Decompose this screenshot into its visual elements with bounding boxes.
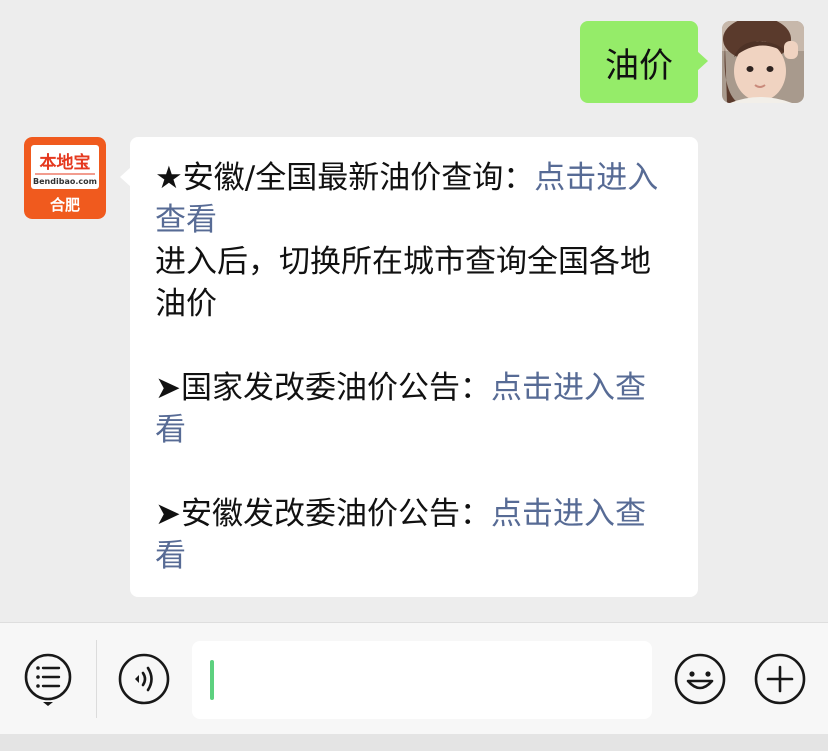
switch-city-note: 进入后，切换所在城市查询全国各地油价 bbox=[155, 244, 651, 322]
sent-message-text: 油价 bbox=[605, 45, 673, 86]
menu-list-button[interactable] bbox=[20, 651, 76, 707]
received-message-bubble: ★安徽/全国最新油价查询：点击进入查看 进入后，切换所在城市查询全国各地油价 ➤… bbox=[120, 137, 698, 597]
bendibao-hefei-avatar[interactable]: 本地宝 Bendibao.com 合肥 bbox=[24, 137, 106, 219]
message-input[interactable] bbox=[192, 641, 652, 719]
ndrc-announcement-label: ➤国家发改委油价公告： bbox=[155, 370, 491, 406]
more-button[interactable] bbox=[752, 651, 808, 707]
national-price-query-label: ★安徽/全国最新油价查询： bbox=[155, 160, 535, 196]
emoji-button[interactable] bbox=[672, 651, 728, 707]
svg-text:本地宝: 本地宝 bbox=[40, 152, 91, 173]
message-line-1: ★安徽/全国最新油价查询：点击进入查看 bbox=[155, 157, 676, 241]
emoji-icon bbox=[674, 653, 726, 705]
text-caret bbox=[210, 660, 214, 700]
svg-text:Bendibao.com: Bendibao.com bbox=[33, 177, 97, 186]
voice-list-icon bbox=[24, 653, 72, 706]
voice-icon bbox=[118, 653, 170, 705]
svg-text:合肥: 合肥 bbox=[49, 196, 80, 214]
child-photo-icon bbox=[722, 21, 804, 103]
voice-button[interactable] bbox=[116, 651, 172, 707]
anhui-announcement-label: ➤安徽发改委油价公告： bbox=[155, 496, 491, 532]
input-bar bbox=[0, 622, 828, 734]
message-line-2: ➤国家发改委油价公告：点击进入查看 bbox=[155, 367, 676, 451]
message-line-3: ➤安徽发改委油价公告：点击进入查看 bbox=[155, 493, 676, 577]
user-avatar[interactable] bbox=[722, 21, 804, 103]
bendibao-logo-icon: 本地宝 Bendibao.com 合肥 bbox=[24, 137, 106, 219]
input-divider bbox=[96, 640, 97, 718]
bottom-strip bbox=[0, 734, 828, 751]
sent-message-bubble[interactable]: 油价 bbox=[580, 21, 708, 103]
chat-area: 油价 本地宝 Bendibao.com 合肥 ★安徽/全国最新油价查询：点击进入… bbox=[0, 0, 828, 622]
plus-icon bbox=[754, 653, 806, 705]
